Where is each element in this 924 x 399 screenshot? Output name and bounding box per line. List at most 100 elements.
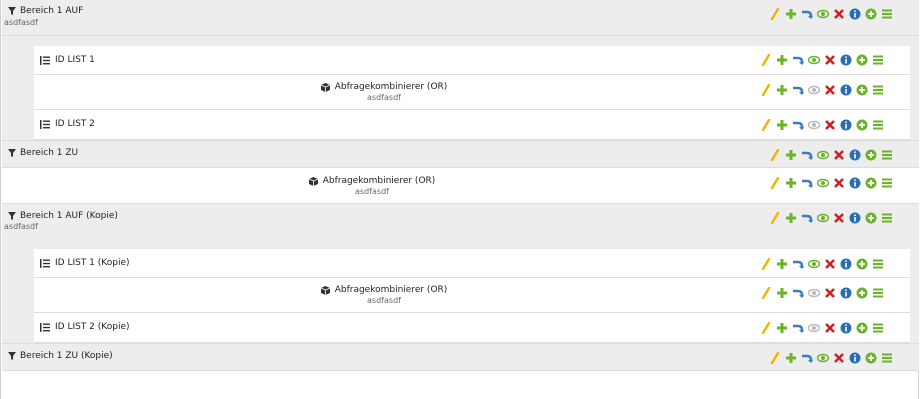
add-icon[interactable] bbox=[776, 84, 788, 96]
edit-icon[interactable] bbox=[760, 119, 772, 131]
info-icon[interactable] bbox=[840, 322, 852, 334]
tree-row-section-open[interactable]: Bereich 1 AUF (Kopie) asdfasdf bbox=[2, 204, 919, 240]
info-icon[interactable] bbox=[849, 212, 861, 224]
move-icon[interactable] bbox=[792, 287, 804, 299]
tree-row-id-list[interactable]: ID LIST 1 (Kopie) bbox=[34, 249, 910, 278]
delete-icon[interactable] bbox=[833, 177, 845, 189]
info-icon[interactable] bbox=[840, 119, 852, 131]
visibility-icon[interactable] bbox=[808, 84, 820, 96]
delete-icon[interactable] bbox=[824, 84, 836, 96]
move-icon[interactable] bbox=[792, 258, 804, 270]
info-icon[interactable] bbox=[849, 352, 861, 364]
add-child-icon[interactable] bbox=[856, 322, 868, 334]
menu-icon[interactable] bbox=[872, 84, 884, 96]
edit-icon[interactable] bbox=[760, 287, 772, 299]
delete-icon[interactable] bbox=[833, 352, 845, 364]
add-child-icon[interactable] bbox=[865, 352, 877, 364]
menu-icon[interactable] bbox=[872, 258, 884, 270]
add-child-icon[interactable] bbox=[856, 54, 868, 66]
edit-icon[interactable] bbox=[769, 177, 781, 189]
visibility-icon[interactable] bbox=[808, 119, 820, 131]
visibility-icon[interactable] bbox=[817, 212, 829, 224]
add-child-icon[interactable] bbox=[856, 119, 868, 131]
delete-icon[interactable] bbox=[824, 322, 836, 334]
add-child-icon[interactable] bbox=[865, 177, 877, 189]
add-icon[interactable] bbox=[785, 212, 797, 224]
add-child-icon[interactable] bbox=[865, 212, 877, 224]
edit-icon[interactable] bbox=[769, 149, 781, 161]
move-icon[interactable] bbox=[792, 84, 804, 96]
info-icon[interactable] bbox=[840, 54, 852, 66]
delete-icon[interactable] bbox=[824, 287, 836, 299]
edit-icon[interactable] bbox=[760, 258, 772, 270]
add-child-icon[interactable] bbox=[865, 149, 877, 161]
menu-icon[interactable] bbox=[872, 287, 884, 299]
edit-icon[interactable] bbox=[769, 352, 781, 364]
info-icon[interactable] bbox=[840, 258, 852, 270]
visibility-icon[interactable] bbox=[817, 149, 829, 161]
visibility-icon[interactable] bbox=[808, 54, 820, 66]
delete-icon[interactable] bbox=[824, 258, 836, 270]
add-icon[interactable] bbox=[776, 119, 788, 131]
info-icon[interactable] bbox=[840, 287, 852, 299]
move-icon[interactable] bbox=[792, 119, 804, 131]
add-icon[interactable] bbox=[785, 149, 797, 161]
delete-icon[interactable] bbox=[833, 149, 845, 161]
menu-icon[interactable] bbox=[881, 212, 893, 224]
edit-icon[interactable] bbox=[769, 8, 781, 20]
info-icon[interactable] bbox=[849, 149, 861, 161]
add-child-icon[interactable] bbox=[865, 8, 877, 20]
add-child-icon[interactable] bbox=[856, 84, 868, 96]
edit-icon[interactable] bbox=[760, 54, 772, 66]
add-icon[interactable] bbox=[776, 322, 788, 334]
menu-icon[interactable] bbox=[872, 322, 884, 334]
tree-row-query-combiner[interactable]: Abfragekombinierer (OR) asdfasdf bbox=[34, 75, 910, 110]
tree-row-query-combiner[interactable]: Abfragekombinierer (OR) asdfasdf bbox=[2, 168, 919, 204]
add-icon[interactable] bbox=[785, 8, 797, 20]
edit-icon[interactable] bbox=[760, 84, 772, 96]
edit-icon[interactable] bbox=[769, 212, 781, 224]
info-icon[interactable] bbox=[849, 177, 861, 189]
tree-row-section-close[interactable]: Bereich 1 ZU bbox=[2, 140, 919, 168]
menu-icon[interactable] bbox=[881, 352, 893, 364]
tree-row-query-combiner[interactable]: Abfragekombinierer (OR) asdfasdf bbox=[34, 278, 910, 313]
delete-icon[interactable] bbox=[824, 119, 836, 131]
menu-icon[interactable] bbox=[872, 119, 884, 131]
move-icon[interactable] bbox=[792, 54, 804, 66]
tree-row-id-list[interactable]: ID LIST 2 (Kopie) bbox=[34, 313, 910, 343]
menu-icon[interactable] bbox=[881, 149, 893, 161]
add-icon[interactable] bbox=[785, 352, 797, 364]
menu-icon[interactable] bbox=[872, 54, 884, 66]
move-icon[interactable] bbox=[801, 8, 813, 20]
tree-row-id-list[interactable]: ID LIST 1 bbox=[34, 46, 910, 75]
move-icon[interactable] bbox=[801, 352, 813, 364]
visibility-icon[interactable] bbox=[808, 258, 820, 270]
tree-row-id-list[interactable]: ID LIST 2 bbox=[34, 110, 910, 140]
tree-row-section-close[interactable]: Bereich 1 ZU (Kopie) bbox=[2, 343, 919, 371]
visibility-icon[interactable] bbox=[817, 8, 829, 20]
add-child-icon[interactable] bbox=[856, 258, 868, 270]
move-icon[interactable] bbox=[792, 322, 804, 334]
info-icon[interactable] bbox=[849, 8, 861, 20]
delete-icon[interactable] bbox=[824, 54, 836, 66]
visibility-icon[interactable] bbox=[808, 287, 820, 299]
move-icon[interactable] bbox=[801, 212, 813, 224]
add-icon[interactable] bbox=[776, 54, 788, 66]
move-icon[interactable] bbox=[801, 177, 813, 189]
delete-icon[interactable] bbox=[833, 212, 845, 224]
visibility-icon[interactable] bbox=[817, 177, 829, 189]
delete-icon[interactable] bbox=[833, 8, 845, 20]
tree-row-section-open[interactable]: Bereich 1 AUF asdfasdf bbox=[2, 0, 919, 36]
visibility-icon[interactable] bbox=[808, 322, 820, 334]
info-icon[interactable] bbox=[840, 84, 852, 96]
visibility-icon[interactable] bbox=[817, 352, 829, 364]
add-icon[interactable] bbox=[785, 177, 797, 189]
edit-icon[interactable] bbox=[760, 322, 772, 334]
menu-icon[interactable] bbox=[881, 8, 893, 20]
add-child-icon[interactable] bbox=[856, 287, 868, 299]
move-icon[interactable] bbox=[801, 149, 813, 161]
menu-icon[interactable] bbox=[881, 177, 893, 189]
add-icon[interactable] bbox=[776, 287, 788, 299]
filter-icon bbox=[8, 352, 16, 360]
add-icon[interactable] bbox=[776, 258, 788, 270]
